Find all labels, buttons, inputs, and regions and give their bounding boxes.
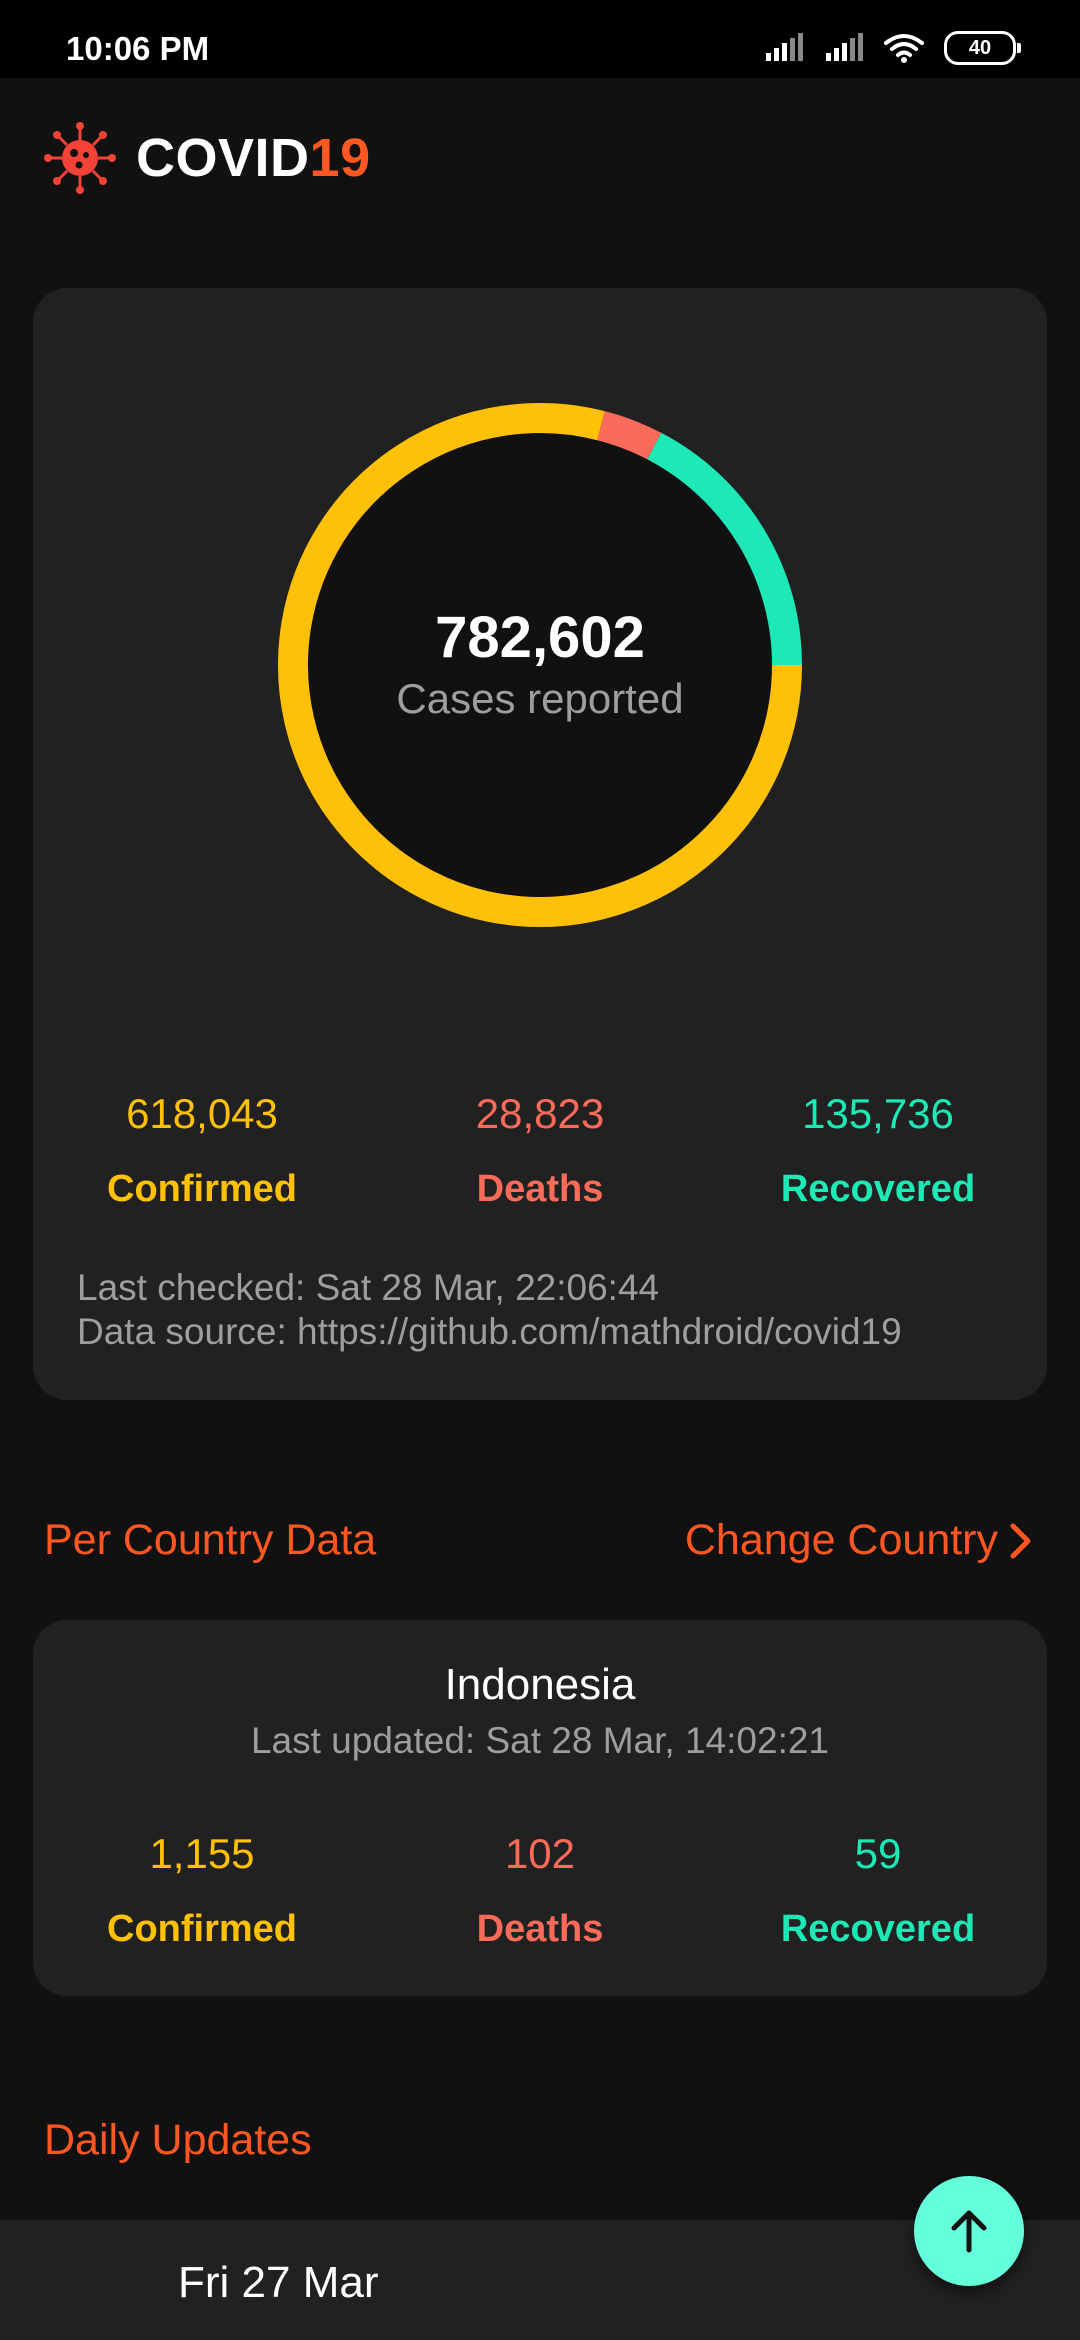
summary-info: Last checked: Sat 28 Mar, 22:06:44 Data … <box>77 1266 902 1354</box>
change-country-button[interactable]: Change Country <box>685 1516 1034 1565</box>
per-country-header: Per Country Data Change Country <box>44 1516 1034 1565</box>
stat-confirmed: 618,043 Confirmed <box>33 1090 371 1211</box>
change-country-label: Change Country <box>684 1516 998 1564</box>
total-cases-value: 782,602 <box>435 604 645 670</box>
country-card: Indonesia Last updated: Sat 28 Mar, 14:0… <box>33 1620 1047 1996</box>
last-checked-text: Last checked: Sat 28 Mar, 22:06:44 <box>77 1267 660 1308</box>
status-icons: 40 <box>764 30 1021 66</box>
country-confirmed-value: 1,155 <box>149 1830 255 1877</box>
country-last-updated: Last updated: Sat 28 Mar, 14:02:21 <box>250 1720 830 1761</box>
country-stat-deaths: 102 Deaths <box>371 1830 709 1951</box>
deaths-label: Deaths <box>476 1168 604 1210</box>
country-recovered-label: Recovered <box>780 1908 976 1950</box>
country-confirmed-label: Confirmed <box>107 1908 297 1950</box>
status-bar: 10:06 PM 40 <box>0 0 1080 78</box>
confirmed-value: 618,043 <box>126 1090 278 1137</box>
donut-center: 782,602 Cases reported <box>263 388 817 942</box>
country-recovered-value: 59 <box>854 1830 902 1877</box>
app-title-accent: 19 <box>309 128 371 188</box>
daily-update-date: Fri 27 Mar <box>178 2258 379 2307</box>
stat-recovered: 135,736 Recovered <box>709 1090 1047 1211</box>
country-name: Indonesia <box>444 1660 636 1709</box>
deaths-value: 28,823 <box>475 1090 605 1137</box>
country-deaths-value: 102 <box>504 1830 576 1877</box>
signal-icon <box>826 33 863 61</box>
country-stat-recovered: 59 Recovered <box>709 1830 1047 1951</box>
data-source-text: Data source: https://github.com/mathdroi… <box>77 1311 902 1352</box>
cases-donut-chart: 782,602 Cases reported <box>263 388 817 942</box>
signal-icon <box>766 33 803 61</box>
app-title-main: COVID <box>136 128 310 188</box>
daily-updates-header: Daily Updates <box>44 2116 1034 2165</box>
daily-updates-title: Daily Updates <box>44 2116 312 2164</box>
wifi-icon <box>884 34 924 63</box>
virus-icon <box>44 122 116 194</box>
app-title: COVID19 <box>136 127 371 189</box>
battery-level: 40 <box>968 36 992 59</box>
global-stats-row: 618,043 Confirmed 28,823 Deaths 135,736 … <box>33 1090 1047 1211</box>
scroll-to-top-button[interactable] <box>914 2176 1024 2286</box>
stat-deaths: 28,823 Deaths <box>371 1090 709 1211</box>
confirmed-label: Confirmed <box>107 1168 297 1210</box>
recovered-label: Recovered <box>780 1168 976 1210</box>
global-summary-card: 782,602 Cases reported 618,043 Confirmed… <box>33 288 1047 1400</box>
country-stat-confirmed: 1,155 Confirmed <box>33 1830 371 1951</box>
app-header: COVID19 <box>44 118 371 198</box>
chevron-right-icon <box>1010 1523 1031 1558</box>
recovered-value: 135,736 <box>802 1090 954 1137</box>
battery-icon: 40 <box>944 31 1021 65</box>
country-stats-row: 1,155 Confirmed 102 Deaths 59 Recovered <box>33 1830 1047 1951</box>
per-country-title: Per Country Data <box>44 1516 377 1564</box>
country-deaths-label: Deaths <box>476 1908 604 1950</box>
arrow-up-icon <box>951 2210 987 2253</box>
total-cases-label: Cases reported <box>396 674 684 722</box>
status-time: 10:06 PM <box>66 30 210 67</box>
